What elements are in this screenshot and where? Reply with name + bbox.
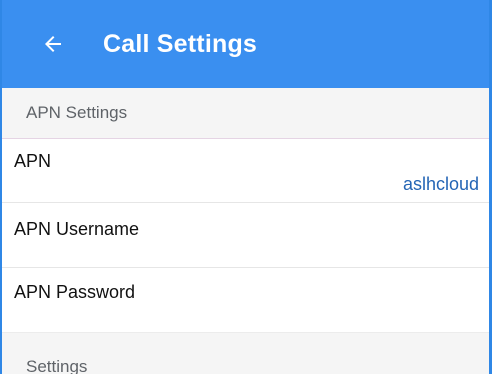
apn-password-label: APN Password	[14, 282, 136, 302]
back-button[interactable]	[38, 29, 68, 59]
apn-username-label: APN Username	[14, 219, 140, 239]
section-header-apn-settings: APN Settings	[2, 88, 489, 138]
section-header-settings: Settings	[2, 332, 489, 374]
app-bar: Call Settings	[2, 0, 489, 88]
apn-label: APN	[14, 151, 52, 171]
apn-username-row[interactable]: APN Username	[2, 203, 489, 268]
apn-password-row[interactable]: APN Password	[2, 268, 489, 332]
page-title: Call Settings	[103, 29, 258, 58]
arrow-left-icon	[45, 36, 61, 52]
apn-value: aslhcloud	[402, 174, 479, 194]
apn-setting-row[interactable]: APN aslhcloud	[2, 139, 489, 203]
screen: Call Settings APN Settings APN aslhcloud…	[0, 0, 492, 374]
